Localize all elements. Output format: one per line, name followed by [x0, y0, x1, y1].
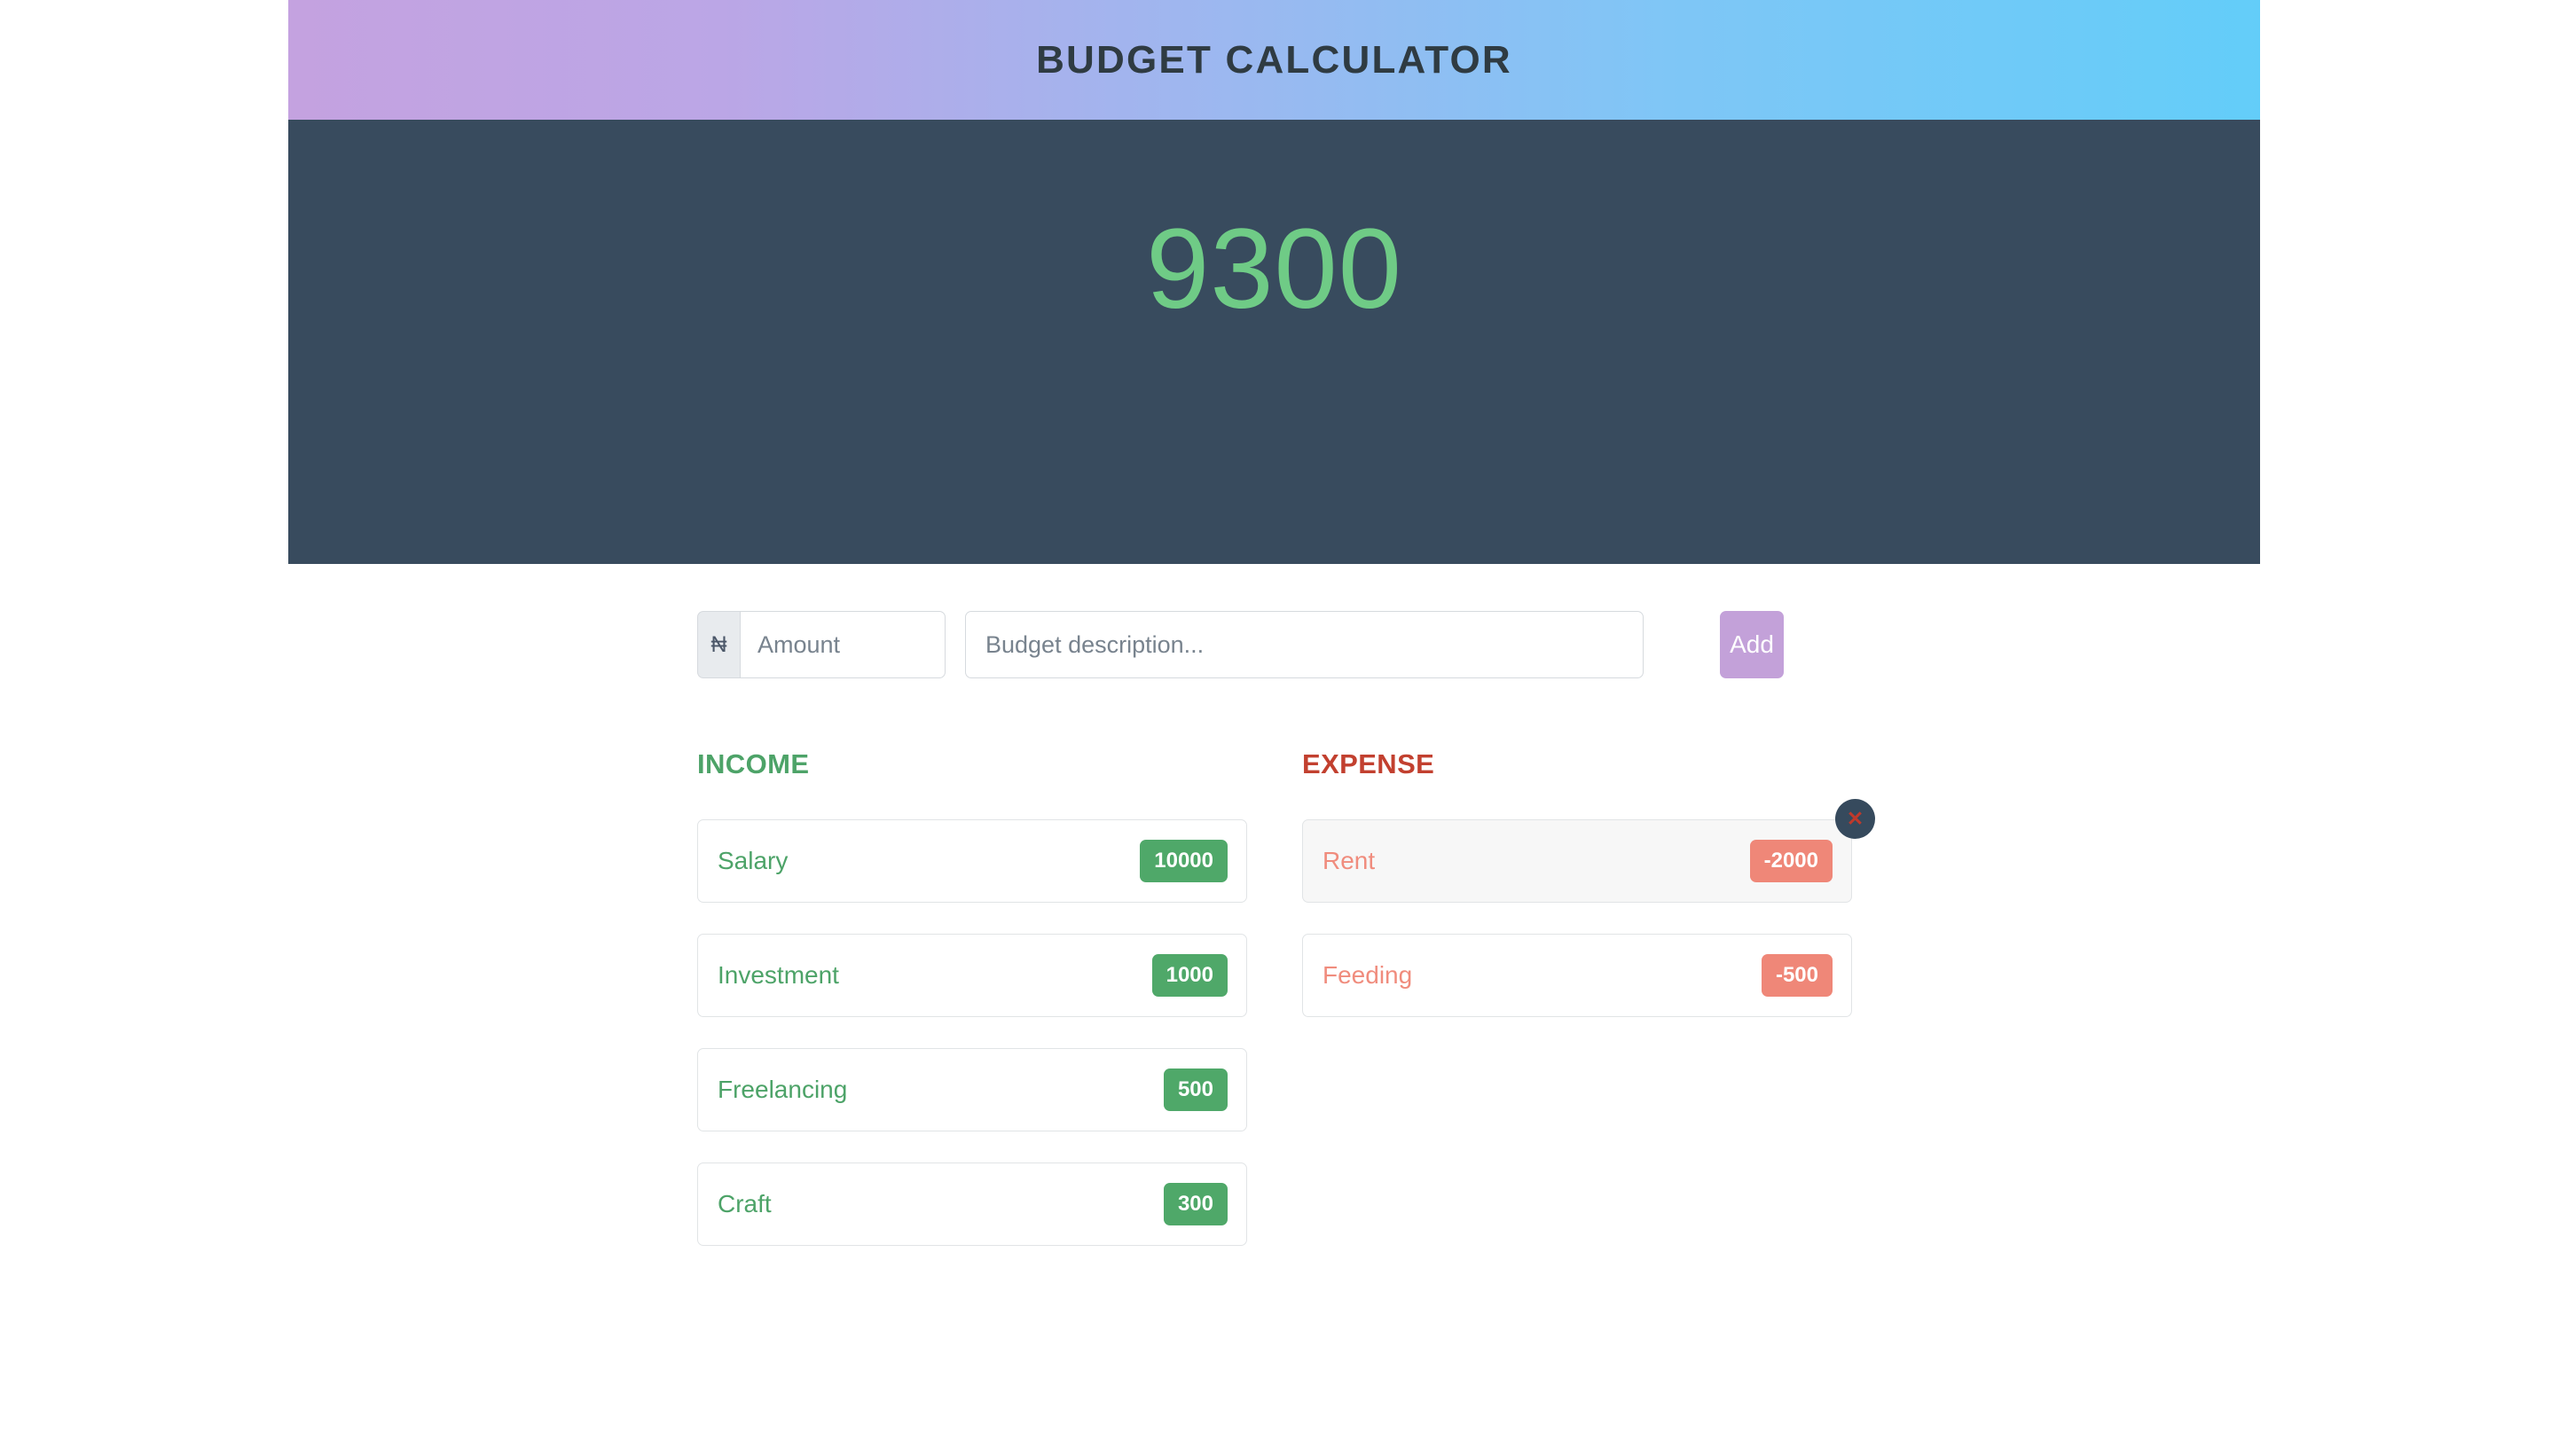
list-item[interactable]: Investment 1000 — [697, 934, 1247, 1017]
income-column: INCOME Salary 10000 Investment 1000 Free… — [697, 748, 1247, 1277]
item-label: Feeding — [1323, 961, 1413, 989]
expense-list: Rent -2000 ✕ Feeding -500 — [1302, 799, 1875, 1017]
item-label: Rent — [1323, 847, 1376, 874]
item-amount-badge: 300 — [1163, 1183, 1228, 1225]
item-label: Investment — [718, 961, 839, 989]
body-area: ₦ Add INCOME Salary 10000 Investment 100… — [0, 564, 2551, 1456]
description-input[interactable] — [965, 611, 1644, 678]
item-amount-badge: 1000 — [1151, 954, 1228, 997]
list-item[interactable]: Craft 300 — [697, 1162, 1247, 1246]
item-amount-badge: -2000 — [1749, 840, 1833, 882]
naira-currency-icon: ₦ — [697, 611, 740, 678]
list-item[interactable]: Feeding -500 — [1302, 934, 1852, 1017]
app-header: BUDGET CALCULATOR — [288, 0, 2260, 120]
item-amount-badge: -500 — [1761, 954, 1833, 997]
expense-title: EXPENSE — [1302, 748, 1435, 779]
list-item[interactable]: Freelancing 500 — [697, 1048, 1247, 1131]
amount-input-group: ₦ — [697, 611, 946, 678]
item-amount-badge: 500 — [1163, 1069, 1228, 1111]
page-title: BUDGET CALCULATOR — [1036, 37, 1512, 82]
list-item[interactable]: Salary 10000 — [697, 819, 1247, 903]
item-amount-badge: 10000 — [1140, 840, 1228, 882]
budget-columns: INCOME Salary 10000 Investment 1000 Free… — [697, 748, 1875, 1277]
budget-entry-form: ₦ Add — [697, 611, 1784, 678]
amount-input[interactable] — [740, 611, 946, 678]
item-label: Freelancing — [718, 1076, 848, 1103]
balance-value: 9300 — [1146, 206, 1402, 333]
income-title: INCOME — [697, 748, 810, 779]
list-item[interactable]: Rent -2000 ✕ — [1302, 799, 1875, 903]
balance-panel: 9300 — [288, 120, 2260, 564]
item-label: Craft — [718, 1190, 772, 1217]
expense-column: EXPENSE Rent -2000 ✕ Feeding -500 — [1302, 748, 1875, 1277]
budget-calculator-page: BUDGET CALCULATOR 9300 ₦ Add INCOME Sala… — [0, 0, 2551, 1456]
delete-item-button[interactable]: ✕ — [1835, 799, 1875, 839]
income-list: Salary 10000 Investment 1000 Freelancing… — [697, 819, 1247, 1246]
item-label: Salary — [718, 847, 789, 874]
add-button[interactable]: Add — [1720, 611, 1784, 678]
